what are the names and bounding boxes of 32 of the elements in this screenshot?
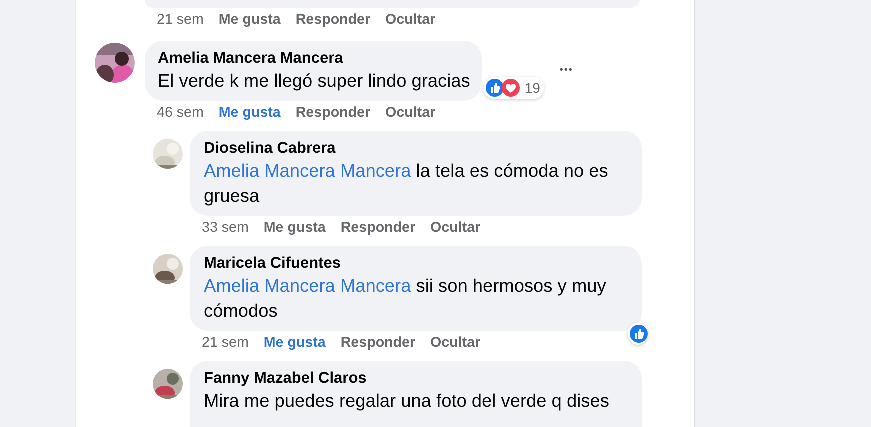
hide-link[interactable]: Ocultar bbox=[430, 220, 481, 236]
like-link[interactable]: Me gusta bbox=[264, 335, 326, 351]
author-name: Dioselina Cabrera bbox=[204, 139, 337, 159]
reaction-badge[interactable]: 19 bbox=[484, 77, 544, 99]
like-link[interactable]: Me gusta bbox=[264, 220, 326, 236]
comment-time: 21 sem bbox=[202, 335, 249, 351]
mention-link[interactable]: Amelia Mancera Mancera bbox=[204, 276, 412, 296]
author-name: Maricela Cifuentes bbox=[204, 254, 342, 274]
reaction-badge[interactable] bbox=[628, 323, 648, 345]
reply-link[interactable]: Responder bbox=[296, 12, 371, 28]
reply-link[interactable]: Responder bbox=[296, 105, 371, 121]
more-options-button[interactable]: ••• bbox=[558, 63, 576, 78]
comment-time: 21 sem bbox=[157, 12, 204, 28]
thumbs-up-icon bbox=[630, 325, 648, 343]
comment-time: 46 sem bbox=[157, 105, 204, 121]
comment-text: Mira me puedes regalar una foto del verde q dises bbox=[204, 390, 610, 413]
hide-link[interactable]: Ocultar bbox=[386, 12, 436, 28]
comment-time: 33 sem bbox=[202, 220, 249, 236]
reply-link[interactable]: Responder bbox=[340, 220, 416, 236]
reaction-count: 19 bbox=[524, 80, 540, 96]
hide-link[interactable]: Ocultar bbox=[386, 105, 436, 121]
like-link[interactable]: Me gusta bbox=[218, 105, 281, 121]
comment-text: Amelia Mancera Mancera la tela es cómoda no es gruesa bbox=[204, 160, 610, 208]
author-name: Amelia Mancera Mancera bbox=[158, 49, 344, 69]
reply-link[interactable]: Responder bbox=[340, 335, 416, 351]
comment-text: El verde k me llegó super lindo gracias bbox=[158, 70, 470, 93]
author-name: Fanny Mazabel Claros bbox=[204, 369, 368, 389]
like-link[interactable]: Me gusta bbox=[218, 12, 281, 28]
hide-link[interactable]: Ocultar bbox=[430, 335, 481, 351]
comment-text: Amelia Mancera Mancera sii son hermosos y muy cómodos bbox=[204, 275, 608, 323]
thumbs-up-icon bbox=[486, 79, 504, 97]
mention-link[interactable]: Amelia Mancera Mancera bbox=[204, 161, 412, 181]
